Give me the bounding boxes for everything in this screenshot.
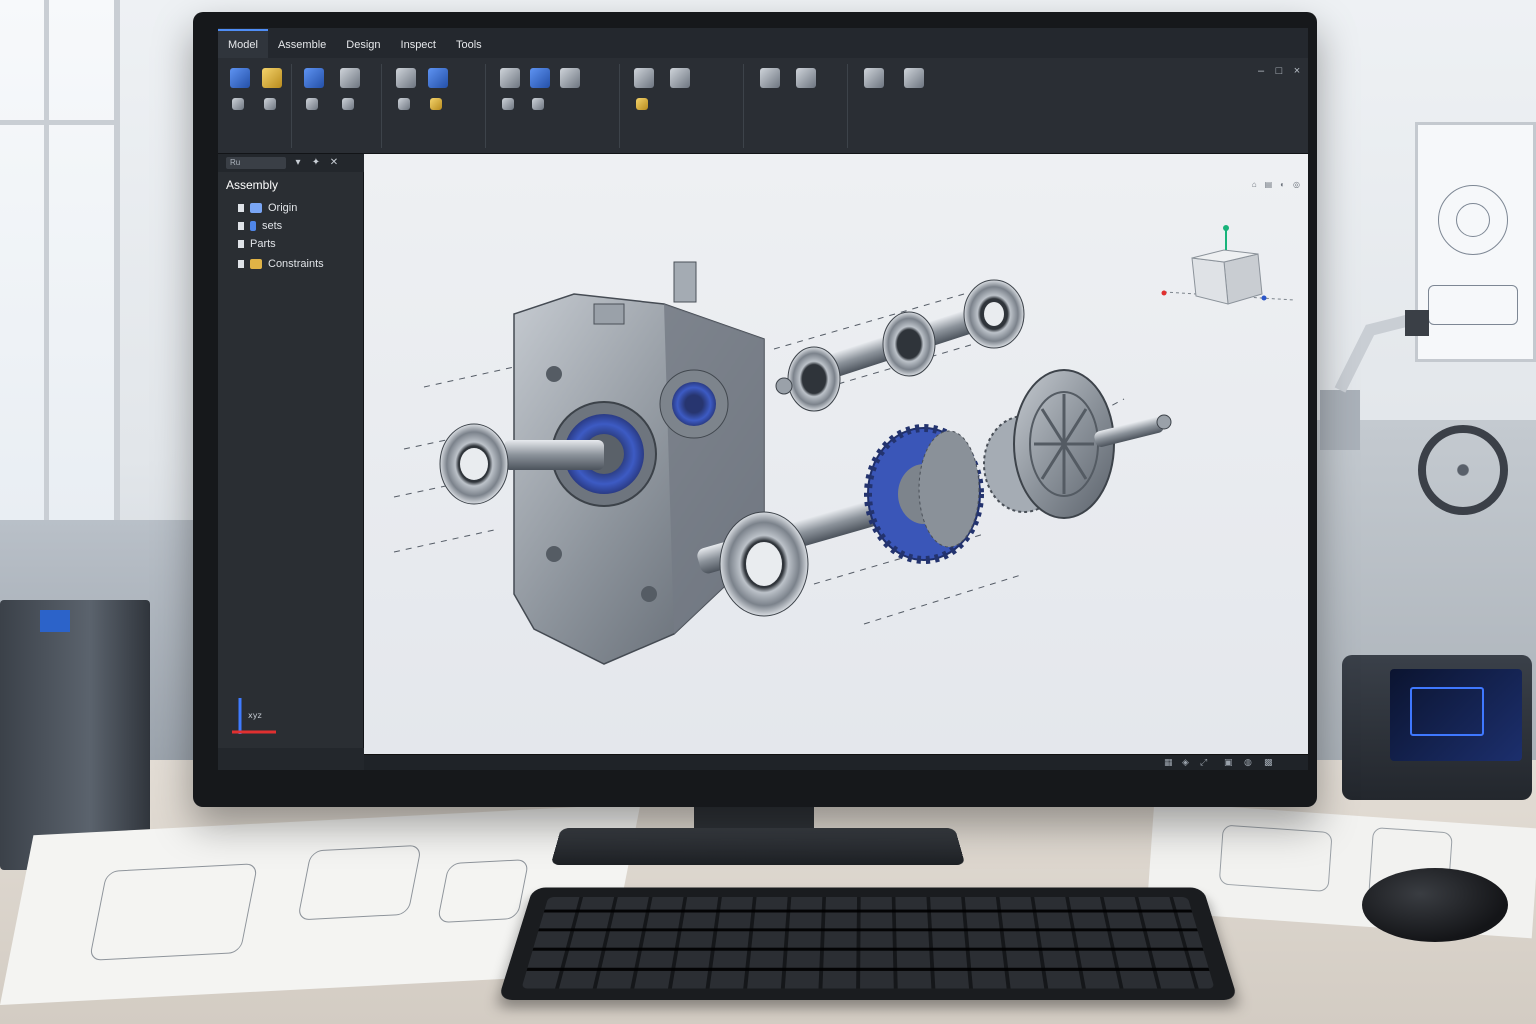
- monitor-stand-base: [550, 828, 966, 865]
- extrude-icon[interactable]: [262, 68, 282, 88]
- constraint-icon: [250, 259, 262, 269]
- svg-text:xyz: xyz: [248, 711, 262, 720]
- offset-icon[interactable]: [502, 98, 514, 110]
- tab-tools[interactable]: Tools: [446, 39, 492, 58]
- snap-icon[interactable]: ◈: [1182, 757, 1192, 767]
- tree-item-parts[interactable]: Parts: [238, 238, 276, 250]
- rigid-icon[interactable]: [398, 98, 410, 110]
- environment-icon[interactable]: ◍: [1244, 757, 1254, 767]
- exploded-gearbox-model[interactable]: [364, 154, 1308, 754]
- bullet-icon: [238, 222, 244, 230]
- tree-item-origin[interactable]: Origin: [238, 202, 297, 214]
- component-icon[interactable]: [428, 68, 448, 88]
- sketch-icon[interactable]: [230, 68, 250, 88]
- section-icon[interactable]: [636, 98, 648, 110]
- output-shaft-upper[interactable]: [775, 279, 1025, 412]
- robot-arm: [1310, 310, 1440, 450]
- tool-group-sketch: [224, 64, 292, 148]
- tool-group-insert: [748, 64, 848, 148]
- bullet-icon: [238, 240, 244, 248]
- axis-triad-icon: xyz: [232, 698, 276, 734]
- gear-icon[interactable]: [864, 68, 884, 88]
- mouse: [1362, 868, 1508, 942]
- browser-toolbar: Ru ▾ ✦ ✕: [218, 154, 364, 172]
- grid-icon[interactable]: ▦: [1164, 757, 1174, 767]
- motion-icon[interactable]: [430, 98, 442, 110]
- script-icon[interactable]: [904, 68, 924, 88]
- decal-icon[interactable]: [796, 68, 816, 88]
- browser-search-input[interactable]: Ru: [226, 157, 286, 169]
- bullet-icon: [238, 260, 244, 268]
- lab-wheel: [1418, 425, 1508, 515]
- tool-group-assemble: [386, 64, 486, 148]
- joint-icon[interactable]: [396, 68, 416, 88]
- tool-group-tools: [852, 64, 972, 148]
- office-window: [0, 0, 120, 520]
- 3d-viewport[interactable]: ⌂ ▤ ◐ ◎: [364, 154, 1308, 754]
- clutch-assembly[interactable]: [983, 369, 1172, 519]
- tab-model[interactable]: Model: [218, 29, 268, 58]
- tool-group-inspect: [624, 64, 744, 148]
- folder-icon: [250, 203, 262, 213]
- tree-item-sets[interactable]: sets: [238, 220, 282, 232]
- axis-icon[interactable]: [530, 68, 550, 88]
- revolve-icon[interactable]: [232, 98, 244, 110]
- cad-application: Model Assemble Design Inspect Tools – □ …: [218, 28, 1308, 770]
- pin-icon[interactable]: ✦: [310, 157, 322, 169]
- maximize-icon[interactable]: □: [1272, 64, 1286, 78]
- control-device: [1342, 655, 1532, 800]
- tool-group-modify: [296, 64, 382, 148]
- ribbon-toolbar: – □ ×: [218, 58, 1308, 154]
- tree-item-label: Origin: [268, 202, 298, 214]
- visual-style-icon[interactable]: ▣: [1224, 757, 1234, 767]
- browser-title: Assembly: [226, 178, 279, 192]
- expand-icon[interactable]: ✕: [328, 157, 340, 169]
- ribbon-tab-bar: Model Assemble Design Inspect Tools: [218, 28, 1308, 58]
- fillet-icon[interactable]: [304, 68, 324, 88]
- tree-item-constraints[interactable]: Constraints: [238, 258, 324, 270]
- expand-arrow-icon[interactable]: [238, 204, 244, 212]
- point-icon[interactable]: [560, 68, 580, 88]
- chamfer-icon[interactable]: [340, 68, 360, 88]
- draft-icon[interactable]: [342, 98, 354, 110]
- close-icon[interactable]: ×: [1290, 64, 1304, 78]
- zoom-fit-icon[interactable]: ⤢: [1200, 757, 1210, 767]
- sweep-icon[interactable]: [264, 98, 276, 110]
- view-cube[interactable]: [1161, 225, 1295, 305]
- insert-icon[interactable]: [760, 68, 780, 88]
- plane-icon[interactable]: [500, 68, 520, 88]
- tab-assemble[interactable]: Assemble: [268, 39, 336, 58]
- filter-icon[interactable]: ▾: [292, 157, 304, 169]
- minimize-icon[interactable]: –: [1254, 64, 1268, 78]
- midplane-icon[interactable]: [532, 98, 544, 110]
- sets-icon: [250, 221, 256, 231]
- tab-inspect[interactable]: Inspect: [391, 39, 446, 58]
- tree-item-label: Constraints: [268, 258, 324, 270]
- keyboard: [498, 887, 1238, 1000]
- tool-group-construct: [490, 64, 620, 148]
- viewport-status-bar: ▦ ◈ ⤢ ▣ ◍ ▩: [364, 754, 1308, 770]
- shell-icon[interactable]: [306, 98, 318, 110]
- render-icon[interactable]: ▩: [1264, 757, 1274, 767]
- measure-icon[interactable]: [634, 68, 654, 88]
- model-browser: Ru ▾ ✦ ✕ Assembly Origin sets Parts Cons…: [218, 154, 364, 770]
- tree-item-label: sets: [262, 220, 283, 232]
- interference-icon[interactable]: [670, 68, 690, 88]
- browser-footer: [218, 748, 364, 770]
- tab-design[interactable]: Design: [336, 39, 390, 58]
- tree-item-label: Parts: [250, 238, 276, 250]
